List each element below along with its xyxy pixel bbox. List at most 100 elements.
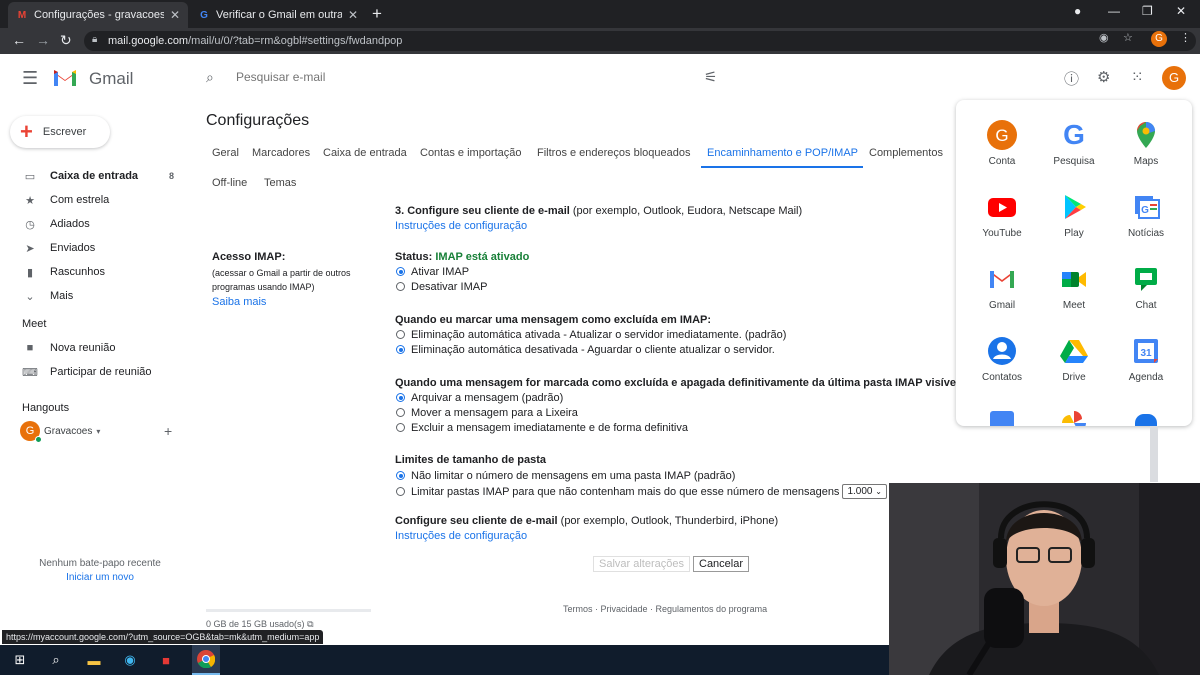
inbox-icon: ▭ — [24, 170, 36, 183]
add-chat-button[interactable]: + — [164, 423, 172, 439]
hangouts-user[interactable]: G Gravacoes ▾ — [20, 421, 100, 443]
search-input[interactable] — [236, 70, 676, 84]
enable-imap-option[interactable]: Ativar IMAP — [395, 264, 487, 279]
radio-selected[interactable] — [396, 267, 405, 276]
sidebar-item-new-meeting[interactable]: ■ Nova reunião — [0, 336, 190, 360]
gear-icon[interactable]: ⚙ — [1097, 68, 1110, 86]
delete-options: Eliminação automática ativada - Atualiza… — [395, 327, 786, 357]
apps-panel-scrollbar[interactable] — [1150, 426, 1158, 482]
app-play[interactable]: Play — [1038, 192, 1110, 239]
tab-forwarding-pop-imap[interactable]: Encaminhamento e POP/IMAP — [707, 147, 858, 159]
app-calendar[interactable]: 31 Agenda — [1110, 336, 1182, 383]
cancel-button[interactable]: Cancelar — [693, 556, 750, 572]
app-duo-partial[interactable] — [1110, 408, 1182, 426]
new-tab-button[interactable]: + — [372, 4, 382, 24]
sidebar-item-snoozed[interactable]: ◷ Adiados — [0, 212, 190, 236]
app-drive[interactable]: Drive — [1038, 336, 1110, 383]
back-icon[interactable]: ← — [12, 32, 26, 48]
compose-button[interactable]: + Escrever — [10, 116, 110, 148]
tab-accounts[interactable]: Contas e importação — [420, 147, 522, 159]
app-youtube[interactable]: YouTube — [966, 192, 1038, 239]
chrome-taskbar-button[interactable] — [192, 645, 220, 675]
disable-imap-option[interactable]: Desativar IMAP — [395, 279, 487, 294]
browser-tab-verify[interactable]: G Verificar o Gmail em outras plata... ✕ — [190, 2, 366, 28]
client-instructions-link[interactable]: Instruções de configuração — [395, 530, 527, 542]
sidebar-item-sent[interactable]: ➤ Enviados — [0, 236, 190, 260]
radio-selected[interactable] — [396, 471, 405, 480]
help-icon[interactable]: ⓘ — [1064, 68, 1079, 89]
browser-profile-avatar[interactable]: G — [1151, 31, 1167, 47]
radio[interactable] — [396, 487, 405, 496]
move-trash-option[interactable]: Mover a mensagem para a Lixeira — [395, 405, 688, 420]
minimize-icon[interactable]: — — [1108, 4, 1120, 18]
restore-icon[interactable]: ❐ — [1142, 4, 1153, 18]
tab-general[interactable]: Geral — [212, 147, 239, 159]
bookmark-star-icon[interactable]: ☆ — [1123, 31, 1133, 44]
tab-labels[interactable]: Marcadores — [252, 147, 310, 159]
app-chat[interactable]: Chat — [1110, 264, 1182, 311]
app-contacts[interactable]: Contatos — [966, 336, 1038, 383]
radio-selected[interactable] — [396, 345, 405, 354]
reload-icon[interactable]: ↻ — [60, 32, 72, 49]
online-status-icon — [35, 436, 42, 443]
account-avatar[interactable]: G — [1162, 66, 1186, 90]
auto-expunge-off-option[interactable]: Eliminação automática desativada - Aguar… — [395, 342, 786, 357]
browser-menu-icon[interactable]: ⋮ — [1180, 31, 1191, 44]
close-icon[interactable]: ✕ — [348, 8, 358, 22]
radio[interactable] — [396, 408, 405, 417]
app-translate-partial[interactable] — [966, 408, 1038, 426]
archive-option[interactable]: Arquivar a mensagem (padrão) — [395, 390, 688, 405]
apps-grid-icon[interactable]: ⁙ — [1131, 68, 1144, 86]
tab-filters[interactable]: Filtros e endereços bloqueados — [537, 147, 690, 159]
taskbar-search-icon[interactable]: ⌕ — [46, 650, 66, 670]
radio[interactable] — [396, 330, 405, 339]
close-window-icon[interactable]: ✕ — [1176, 4, 1186, 18]
limit-select[interactable]: 1.000 ⌄ — [842, 484, 887, 499]
file-explorer-icon[interactable]: ▬ — [84, 650, 104, 670]
address-bar[interactable]: 🔒︎ mail.google.com/mail/u/0/?tab=rm&ogbl… — [84, 31, 1196, 51]
eye-icon[interactable]: ◉ — [1099, 31, 1109, 44]
delete-forever-option[interactable]: Excluir a mensagem imediatamente e de fo… — [395, 420, 688, 435]
footer-links[interactable]: Termos · Privacidade · Regulamentos do p… — [563, 604, 767, 614]
forward-icon[interactable]: → — [36, 32, 50, 48]
imap-learn-more-link[interactable]: Saiba mais — [212, 296, 266, 308]
start-new-chat-link[interactable]: Iniciar um novo — [0, 572, 200, 583]
imap-enable-group: Ativar IMAP Desativar IMAP — [395, 264, 487, 294]
no-limit-option[interactable]: Não limitar o número de mensagens em uma… — [395, 468, 887, 483]
sidebar-item-inbox[interactable]: ▭ Caixa de entrada 8 — [0, 164, 190, 188]
recorder-app-icon[interactable]: ■ — [156, 650, 176, 670]
tab-addons[interactable]: Complementos — [869, 147, 943, 159]
app-maps[interactable]: Maps — [1110, 120, 1182, 167]
app-photos-partial[interactable] — [1038, 408, 1110, 426]
sidebar-item-label: Nova reunião — [50, 342, 116, 354]
app-account[interactable]: G Conta — [966, 120, 1038, 167]
search-icon[interactable]: ⌕ — [206, 69, 214, 86]
windows-start-icon[interactable]: ⊞ — [10, 650, 30, 670]
gmail-logo-icon[interactable] — [52, 68, 78, 91]
app-news[interactable]: G Notícias — [1110, 192, 1182, 239]
tab-inbox[interactable]: Caixa de entrada — [323, 147, 407, 159]
close-icon[interactable]: ✕ — [170, 8, 180, 22]
tab-offline[interactable]: Off-line — [212, 177, 247, 189]
tab-search-icon[interactable]: ● — [1074, 4, 1081, 18]
radio-selected[interactable] — [396, 393, 405, 402]
tab-themes[interactable]: Temas — [264, 177, 296, 189]
app-search[interactable]: G Pesquisa — [1038, 120, 1110, 167]
search-options-icon[interactable]: ⚟ — [704, 68, 717, 86]
radio[interactable] — [396, 282, 405, 291]
meet-section-title: Meet — [22, 318, 47, 330]
main-menu-icon[interactable]: ☰ — [22, 68, 38, 89]
browser-tab-settings[interactable]: M Configurações - gravacoesphsbr... ✕ — [8, 2, 188, 28]
sidebar-item-more[interactable]: ⌄ Mais — [0, 284, 190, 308]
edge-icon[interactable]: ◉ — [120, 650, 140, 670]
save-button[interactable]: Salvar alterações — [593, 556, 690, 572]
auto-expunge-on-option[interactable]: Eliminação automática ativada - Atualiza… — [395, 327, 786, 342]
sidebar-item-starred[interactable]: ★ Com estrela — [0, 188, 190, 212]
radio[interactable] — [396, 423, 405, 432]
sidebar-item-drafts[interactable]: ▮ Rascunhos — [0, 260, 190, 284]
config-instructions-link[interactable]: Instruções de configuração — [395, 220, 527, 232]
app-gmail[interactable]: Gmail — [966, 264, 1038, 311]
limit-option[interactable]: Limitar pastas IMAP para que não contenh… — [395, 483, 887, 500]
sidebar-item-join-meeting[interactable]: ⌨ Participar de reunião — [0, 360, 190, 384]
app-meet[interactable]: Meet — [1038, 264, 1110, 311]
